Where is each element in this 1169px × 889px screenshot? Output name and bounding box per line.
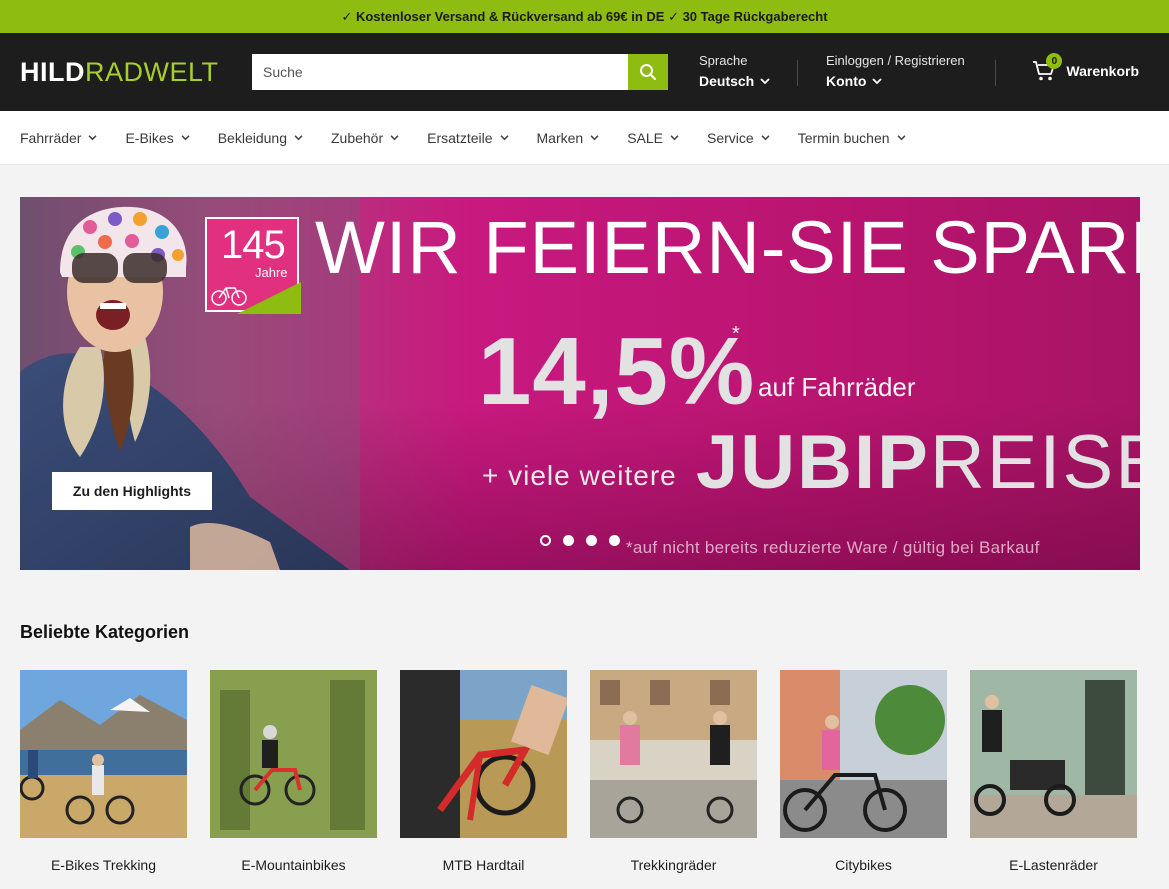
jubi-rest: REISE	[929, 420, 1140, 505]
nav-label: SALE	[627, 129, 663, 146]
header-divider	[995, 60, 996, 86]
header-divider	[797, 60, 798, 86]
nav-item-ersatzteile[interactable]: Ersatzteile	[427, 130, 508, 146]
cart-icon: 0	[1032, 53, 1063, 82]
category-image	[780, 670, 947, 838]
language-selector[interactable]: Sprache Deutsch	[699, 53, 770, 89]
category-image	[19, 670, 187, 838]
hero-asterisk: *	[732, 323, 740, 345]
chevron-down-icon	[294, 134, 303, 140]
nav-item-service[interactable]: Service	[707, 130, 770, 146]
main-navigation: Fahrräder E-Bikes Bekleidung Zubehör Ers…	[0, 111, 1169, 165]
account-label: Einloggen / Registrieren	[826, 53, 965, 68]
nav-item-zubehoer[interactable]: Zubehör	[331, 130, 399, 146]
chevron-down-icon	[590, 134, 599, 140]
category-image	[590, 670, 757, 838]
carousel-dot[interactable]	[609, 535, 620, 546]
account-menu[interactable]: Einloggen / Registrieren Konto	[826, 53, 965, 89]
nav-label: Zubehör	[330, 129, 384, 146]
logo-text-hild: HILD	[20, 56, 85, 87]
category-grid: E-Bikes Trekking E-Mountainbikes MTB Har…	[19, 670, 1137, 873]
category-image	[970, 670, 1137, 838]
category-label: Citybikes	[835, 857, 892, 873]
hero-discount-suffix: auf Fahrräder	[758, 372, 916, 402]
nav-item-bekleidung[interactable]: Bekleidung	[218, 130, 303, 146]
category-card-mtb-hardtail[interactable]: MTB Hardtail	[400, 670, 570, 873]
nav-label: Fahrräder	[20, 129, 82, 146]
carousel-dots	[540, 535, 620, 546]
hero-headline: WIR FEIERN-SIE SPAREN	[315, 206, 1140, 289]
search-bar	[252, 54, 668, 90]
chevron-down-icon	[760, 77, 770, 84]
cart-count-badge: 0	[1046, 53, 1063, 69]
hero-discount: 14,5%	[478, 318, 756, 425]
category-label: E-Bikes Trekking	[50, 857, 157, 873]
carousel-dot[interactable]	[563, 535, 574, 546]
account-value: Konto	[826, 73, 867, 89]
category-label: E-Mountainbikes	[241, 857, 346, 873]
logo-text-radwelt: RADWELT	[85, 56, 219, 87]
nav-item-fahrraeder[interactable]: Fahrräder	[20, 130, 97, 146]
nav-label: Marken	[536, 129, 584, 146]
category-label: Trekkingräder	[630, 857, 717, 873]
category-image	[210, 670, 377, 838]
chevron-down-icon	[390, 134, 399, 140]
nav-label: Ersatzteile	[427, 129, 493, 146]
nav-item-marken[interactable]: Marken	[537, 130, 600, 146]
nav-label: Termin buchen	[797, 129, 890, 146]
category-card-e-lastenraeder[interactable]: E-Lastenräder	[970, 670, 1137, 873]
shipping-announcement-bar: ✓ Kostenloser Versand & Rückversand ab 6…	[0, 0, 1169, 33]
jubi-bold: JUBIP	[696, 420, 930, 505]
announcement-text: ✓ Kostenloser Versand & Rückversand ab 6…	[341, 8, 828, 24]
chevron-down-icon	[872, 77, 883, 84]
chevron-down-icon	[670, 134, 679, 140]
cart-button[interactable]: 0 Warenkorb	[1032, 53, 1139, 82]
anniversary-badge: 145 Jahre	[205, 217, 301, 314]
category-image	[400, 670, 570, 838]
site-header: HILD RADWELT Sprache Deutsch Einloggen /…	[0, 33, 1169, 111]
language-label: Sprache	[699, 53, 748, 68]
category-card-ebikes-trekking[interactable]: E-Bikes Trekking	[19, 670, 187, 873]
chevron-down-icon	[761, 134, 770, 140]
category-label: E-Lastenräder	[1009, 857, 1098, 873]
highlights-button[interactable]: Zu den Highlights	[52, 472, 212, 510]
nav-item-ebikes[interactable]: E-Bikes	[125, 129, 190, 146]
chevron-down-icon	[897, 134, 905, 140]
chevron-down-icon	[500, 134, 508, 140]
badge-number: 145	[221, 223, 286, 267]
hero-woman-image	[20, 197, 360, 570]
search-icon	[640, 64, 656, 80]
category-label: MTB Hardtail	[442, 857, 525, 873]
language-value: Deutsch	[699, 73, 755, 89]
carousel-dot[interactable]	[586, 535, 597, 546]
hero-footnote: *auf nicht bereits reduzierte Ware / gül…	[626, 538, 1040, 557]
nav-item-termin-buchen[interactable]: Termin buchen	[798, 130, 906, 146]
nav-label: Service	[707, 129, 754, 146]
category-card-citybikes[interactable]: Citybikes	[780, 670, 947, 873]
site-logo[interactable]: HILD RADWELT	[20, 57, 219, 88]
nav-label: E-Bikes	[125, 129, 174, 146]
carousel-dot[interactable]	[540, 535, 551, 546]
nav-item-sale[interactable]: SALE	[627, 130, 679, 146]
category-card-trekkingraeder[interactable]: Trekkingräder	[590, 670, 757, 873]
section-title: Beliebte Kategorien	[20, 622, 190, 642]
category-card-e-mountainbikes[interactable]: E-Mountainbikes	[210, 670, 377, 873]
search-input[interactable]	[252, 54, 628, 90]
cart-label: Warenkorb	[1066, 63, 1139, 79]
chevron-down-icon	[181, 134, 190, 140]
bicycle-icon	[211, 282, 301, 314]
nav-label: Bekleidung	[217, 129, 287, 146]
hero-plus-text: + viele weitere	[482, 460, 677, 491]
hero-jubipreise: JUBIPREISE	[696, 419, 1140, 506]
chevron-down-icon	[88, 134, 97, 140]
hero-banner[interactable]: 145 Jahre WIR FEIERN-SIE SPAREN 14,5% * …	[20, 197, 1140, 570]
search-button[interactable]	[628, 54, 668, 90]
